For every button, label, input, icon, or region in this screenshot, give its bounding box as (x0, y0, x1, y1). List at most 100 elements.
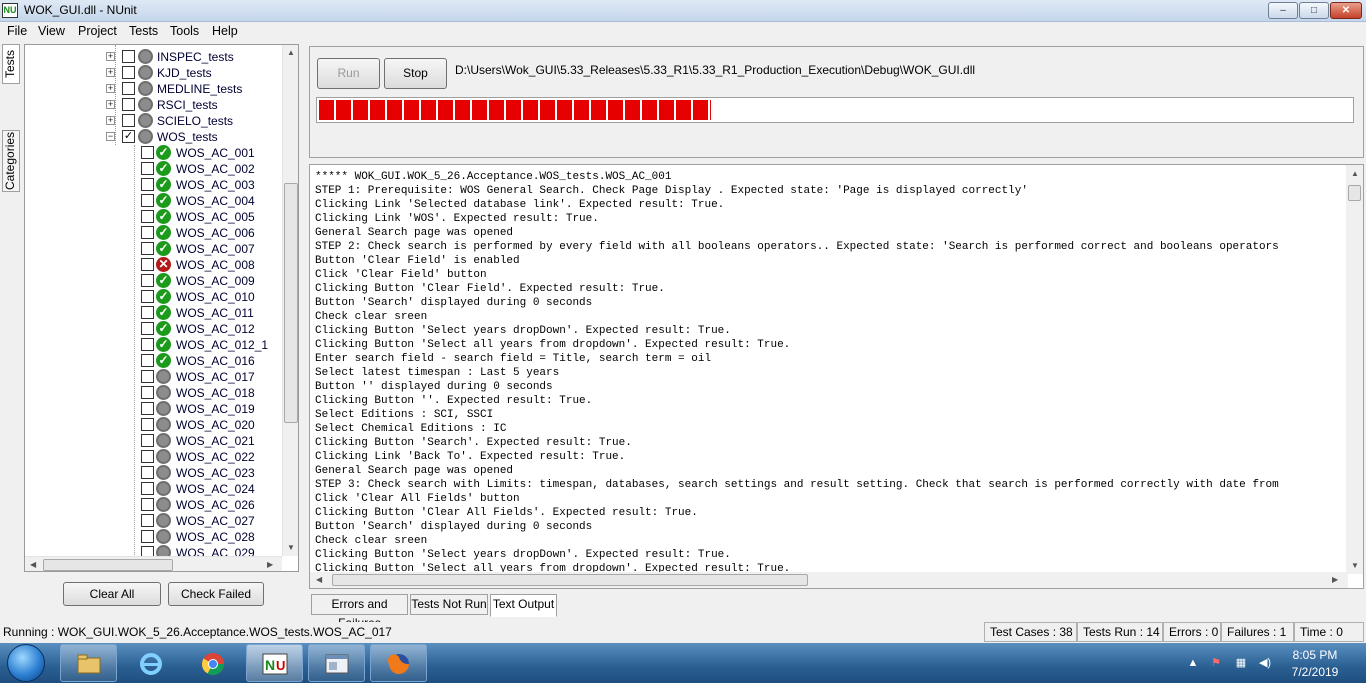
run-button[interactable]: Run (317, 58, 380, 89)
test-checkbox[interactable] (141, 162, 154, 175)
test-checkbox[interactable] (141, 290, 154, 303)
tree-suite-row[interactable]: + KJD_tests (25, 65, 283, 81)
expand-icon[interactable]: + (106, 100, 115, 109)
tree-test-row[interactable]: ✓ WOS_AC_012_1 (25, 337, 283, 353)
tree-test-row[interactable]: WOS_AC_023 (25, 465, 283, 481)
test-checkbox[interactable] (141, 178, 154, 191)
test-checkbox[interactable] (141, 322, 154, 335)
action-center-icon[interactable]: ⚑ (1208, 656, 1224, 670)
test-checkbox[interactable] (141, 482, 154, 495)
scroll-left-arrow-icon[interactable]: ◀ (316, 575, 322, 584)
suite-checkbox[interactable] (122, 66, 135, 79)
scroll-up-arrow-icon[interactable]: ▲ (1351, 169, 1359, 178)
menu-tests[interactable]: Tests (129, 24, 158, 38)
tab-errors-and-failures[interactable]: Errors and Failures (311, 594, 408, 630)
suite-checkbox[interactable] (122, 50, 135, 63)
minimize-button[interactable]: – (1268, 2, 1298, 19)
tree-suite-row[interactable]: + MEDLINE_tests (25, 81, 283, 97)
test-checkbox[interactable] (141, 466, 154, 479)
expand-icon[interactable]: + (106, 116, 115, 125)
test-checkbox[interactable] (141, 258, 154, 271)
taskbar-firefox[interactable] (370, 644, 427, 682)
check-failed-button[interactable]: Check Failed (168, 582, 264, 606)
tree-test-row[interactable]: WOS_AC_021 (25, 433, 283, 449)
test-checkbox[interactable] (141, 434, 154, 447)
test-checkbox[interactable] (141, 338, 154, 351)
tree-test-row[interactable]: ✓ WOS_AC_016 (25, 353, 283, 369)
clock-date[interactable]: 7/2/2019 (1286, 665, 1344, 679)
test-checkbox[interactable] (141, 226, 154, 239)
test-checkbox[interactable] (141, 386, 154, 399)
tree-test-row[interactable]: ✓ WOS_AC_010 (25, 289, 283, 305)
tree-suite-row[interactable]: − ✓ WOS_tests (25, 129, 283, 145)
tree-test-row[interactable]: ✓ WOS_AC_009 (25, 273, 283, 289)
taskbar-nunit[interactable]: NU (246, 644, 303, 682)
tab-text-output[interactable]: Text Output (490, 594, 557, 617)
tree-test-row[interactable]: WOS_AC_020 (25, 417, 283, 433)
output-hscroll-thumb[interactable] (332, 574, 808, 586)
tree-horizontal-scrollbar[interactable]: ◀ ▶ (25, 556, 282, 571)
tree-test-row[interactable]: ✓ WOS_AC_002 (25, 161, 283, 177)
test-checkbox[interactable] (141, 402, 154, 415)
expand-icon[interactable]: + (106, 52, 115, 61)
tree-test-row[interactable]: WOS_AC_028 (25, 529, 283, 545)
tree-test-row[interactable]: ✓ WOS_AC_001 (25, 145, 283, 161)
suite-checkbox[interactable] (122, 98, 135, 111)
tree-suite-row[interactable]: + SCIELO_tests (25, 113, 283, 129)
test-checkbox[interactable] (141, 242, 154, 255)
test-checkbox[interactable] (141, 530, 154, 543)
test-checkbox[interactable] (141, 450, 154, 463)
test-checkbox[interactable] (141, 354, 154, 367)
test-checkbox[interactable] (141, 274, 154, 287)
tree-suite-row[interactable]: + RSCI_tests (25, 97, 283, 113)
taskbar-chrome[interactable] (184, 644, 241, 682)
text-output-panel[interactable]: ***** WOK_GUI.WOK_5_26.Acceptance.WOS_te… (309, 164, 1364, 589)
test-checkbox[interactable] (141, 306, 154, 319)
tree-test-row[interactable]: ✓ WOS_AC_003 (25, 177, 283, 193)
menu-project[interactable]: Project (78, 24, 117, 38)
taskbar-window[interactable] (308, 644, 365, 682)
test-checkbox[interactable] (141, 194, 154, 207)
suite-checkbox[interactable] (122, 114, 135, 127)
clear-all-button[interactable]: Clear All (63, 582, 161, 606)
tree-test-row[interactable]: ✓ WOS_AC_004 (25, 193, 283, 209)
menu-help[interactable]: Help (212, 24, 238, 38)
tree-test-row[interactable]: WOS_AC_026 (25, 497, 283, 513)
tab-tests[interactable]: Tests (2, 44, 20, 84)
menu-view[interactable]: View (38, 24, 65, 38)
tree-vertical-scrollbar[interactable]: ▲ ▼ (282, 45, 298, 556)
tree-test-row[interactable]: ✓ WOS_AC_007 (25, 241, 283, 257)
output-vertical-scrollbar[interactable]: ▲ ▼ (1346, 165, 1363, 574)
test-checkbox[interactable] (141, 146, 154, 159)
close-button[interactable]: ✕ (1330, 2, 1362, 19)
start-button[interactable] (7, 644, 45, 682)
tree-test-row[interactable]: ✓ WOS_AC_011 (25, 305, 283, 321)
test-checkbox[interactable] (141, 370, 154, 383)
show-hidden-icons-icon[interactable]: ▲ (1185, 656, 1201, 670)
tab-tests-not-run[interactable]: Tests Not Run (410, 594, 488, 615)
test-checkbox[interactable] (141, 210, 154, 223)
collapse-icon[interactable]: − (106, 132, 115, 141)
scroll-down-arrow-icon[interactable]: ▼ (287, 543, 295, 552)
tree-test-row[interactable]: ✕ WOS_AC_008 (25, 257, 283, 273)
scroll-left-arrow-icon[interactable]: ◀ (30, 560, 36, 569)
menu-file[interactable]: File (7, 24, 27, 38)
clock-time[interactable]: 8:05 PM (1290, 648, 1340, 662)
test-checkbox[interactable] (141, 514, 154, 527)
tree-test-row[interactable]: ✓ WOS_AC_012 (25, 321, 283, 337)
suite-checkbox[interactable]: ✓ (122, 130, 135, 143)
taskbar-internet-explorer[interactable] (122, 644, 179, 682)
tree-test-row[interactable]: WOS_AC_019 (25, 401, 283, 417)
taskbar-file-explorer[interactable] (60, 644, 117, 682)
suite-checkbox[interactable] (122, 82, 135, 95)
expand-icon[interactable]: + (106, 84, 115, 93)
menu-tools[interactable]: Tools (170, 24, 199, 38)
stop-button[interactable]: Stop (384, 58, 447, 89)
test-checkbox[interactable] (141, 418, 154, 431)
tree-scroll-thumb[interactable] (284, 183, 298, 423)
tree-test-row[interactable]: WOS_AC_017 (25, 369, 283, 385)
tree-hscroll-thumb[interactable] (43, 559, 173, 571)
tree-test-row[interactable]: WOS_AC_024 (25, 481, 283, 497)
tree-test-row[interactable]: WOS_AC_022 (25, 449, 283, 465)
network-icon[interactable]: ▦ (1233, 656, 1249, 670)
